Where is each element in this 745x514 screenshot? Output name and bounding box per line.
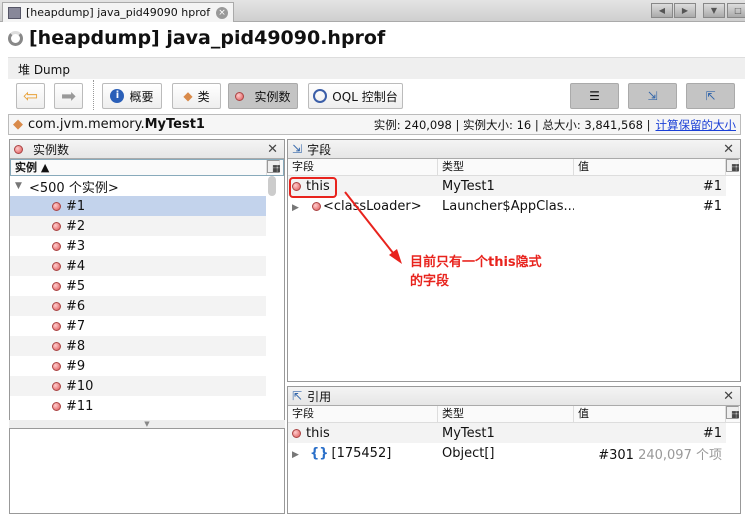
annotation-arrow [344,191,402,264]
annotation-text: 目前只有一个this隐式 的字段 [410,255,542,289]
